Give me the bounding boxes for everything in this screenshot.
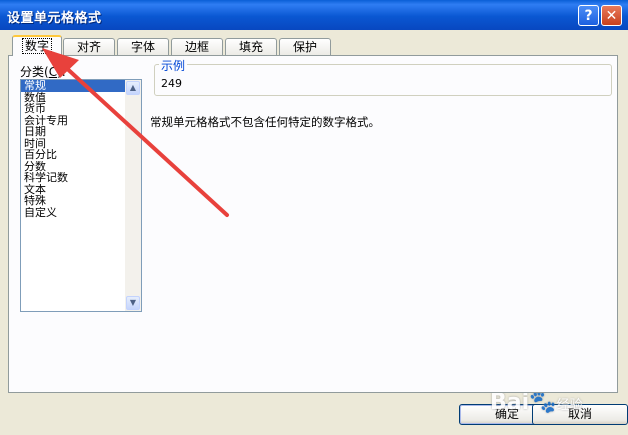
tab-border[interactable]: 边框 [171, 38, 223, 55]
tab-panel-number: 分类(C): 常规 数值 货币 会计专用 日期 时间 百分比 分数 科学记数 文… [8, 55, 618, 393]
format-description: 常规单元格格式不包含任何特定的数字格式。 [150, 115, 380, 129]
list-item[interactable]: 百分比 [21, 149, 141, 161]
sample-legend: 示例 [159, 57, 188, 74]
list-item[interactable]: 数值 [21, 92, 141, 104]
list-item[interactable]: 时间 [21, 138, 141, 150]
list-item[interactable]: 分数 [21, 161, 141, 173]
list-item[interactable]: 特殊 [21, 195, 141, 207]
help-button[interactable]: ? [578, 5, 599, 26]
scroll-up-arrow-icon[interactable]: ▲ [126, 81, 140, 95]
list-item[interactable]: 货币 [21, 103, 141, 115]
tab-number[interactable]: 数字 [12, 35, 62, 56]
window-title: 设置单元格格式 [7, 11, 102, 26]
list-item[interactable]: 自定义 [21, 207, 141, 219]
dialog-body: 数字 对齐 字体 边框 填充 保护 分类(C): 常规 数值 货币 会计专用 日… [3, 30, 628, 432]
sample-group: 示例 249 [154, 57, 612, 96]
vertical-scrollbar[interactable]: ▲ ▼ [125, 80, 141, 311]
tab-protection[interactable]: 保护 [279, 38, 331, 55]
list-item[interactable]: 文本 [21, 184, 141, 196]
close-button[interactable]: ✕ [601, 5, 622, 26]
sample-value: 249 [161, 77, 182, 90]
tab-fill[interactable]: 填充 [225, 38, 277, 55]
tab-alignment[interactable]: 对齐 [63, 38, 115, 55]
title-bar[interactable]: 设置单元格格式 ? ✕ [0, 0, 628, 30]
watermark-logo: Bai🐾经验 [490, 390, 583, 415]
list-item[interactable]: 科学记数 [21, 172, 141, 184]
list-item[interactable]: 常规 [21, 80, 141, 92]
scroll-down-arrow-icon[interactable]: ▼ [126, 296, 140, 310]
category-list[interactable]: 常规 数值 货币 会计专用 日期 时间 百分比 分数 科学记数 文本 特殊 自定… [20, 79, 142, 312]
list-item[interactable]: 会计专用 [21, 115, 141, 127]
tab-font[interactable]: 字体 [117, 38, 169, 55]
category-label: 分类(C): [20, 65, 66, 79]
list-item[interactable]: 日期 [21, 126, 141, 138]
